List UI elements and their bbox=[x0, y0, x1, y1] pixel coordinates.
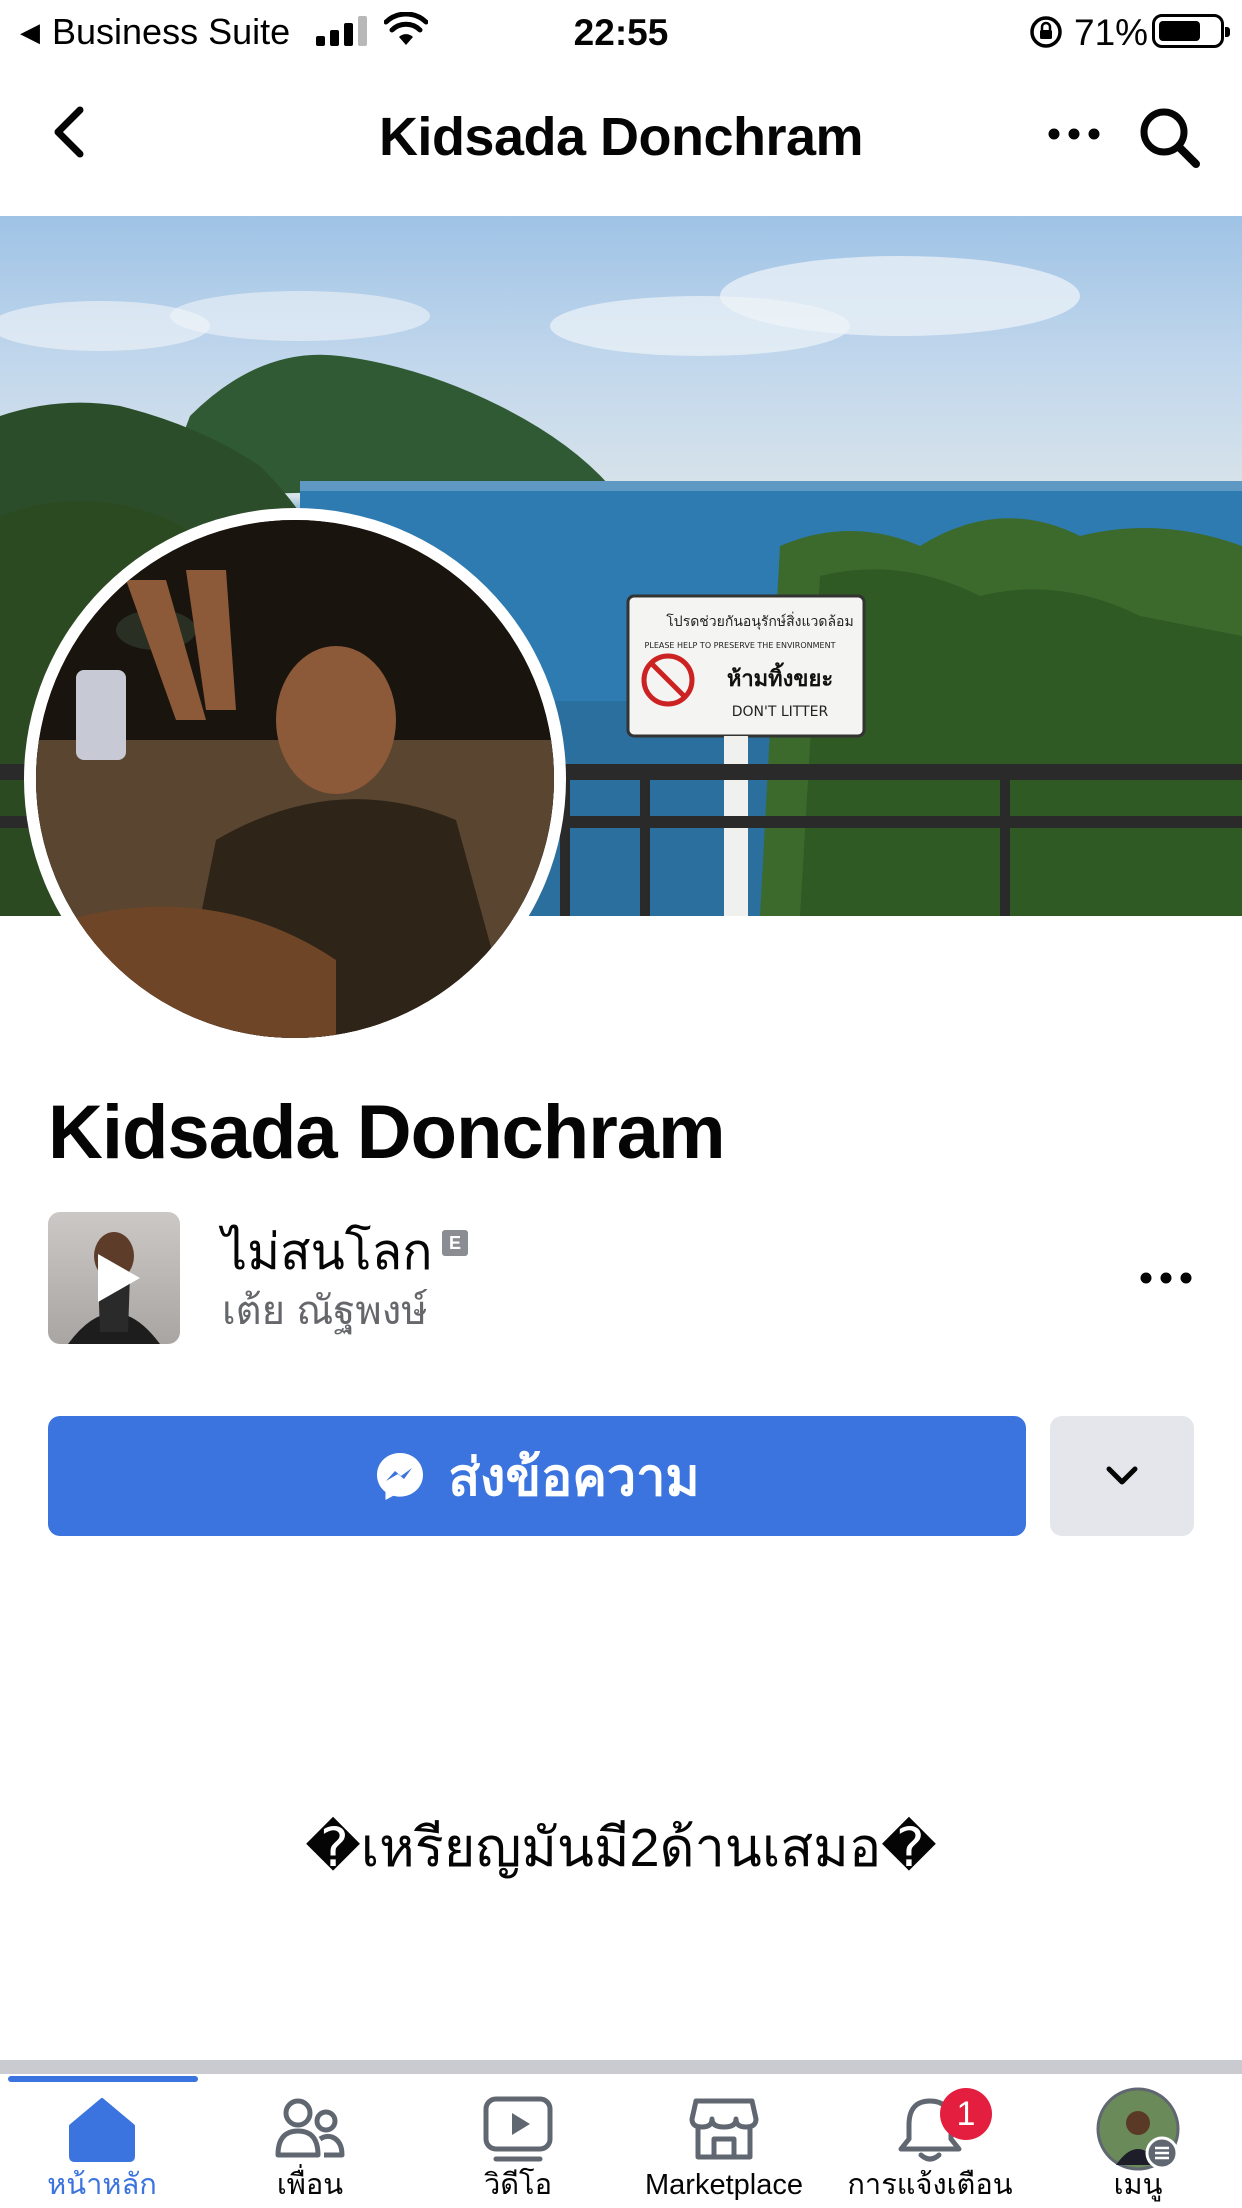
music-more-icon[interactable] bbox=[1138, 1264, 1194, 1292]
explicit-badge: E bbox=[442, 1230, 468, 1256]
bottom-tab-bar: หน้าหลัก เพื่อน วิดีโอ Marketplace 1 การ… bbox=[0, 2060, 1242, 2208]
status-bar: ◀ Business Suite 22:55 71% bbox=[0, 0, 1242, 64]
chevron-down-icon bbox=[1106, 1466, 1138, 1485]
tab-marketplace[interactable]: Marketplace bbox=[634, 2090, 814, 2208]
messenger-icon bbox=[377, 1453, 424, 1500]
tab-notifications-label: การแจ้งเตือน bbox=[847, 2169, 1013, 2201]
battery-icon bbox=[1152, 14, 1230, 48]
music-thumbnail[interactable] bbox=[48, 1212, 180, 1344]
home-icon bbox=[69, 2098, 135, 2162]
sign-line-3: ห้ามทิ้งขยะ bbox=[727, 662, 833, 692]
rotation-lock-icon bbox=[1030, 16, 1062, 48]
menu-avatar-icon bbox=[1096, 2087, 1180, 2171]
search-icon[interactable] bbox=[1136, 104, 1202, 170]
tab-video[interactable]: วิดีโอ bbox=[446, 2090, 590, 2208]
tab-marketplace-label: Marketplace bbox=[645, 2169, 803, 2201]
tab-menu-label: เมนู bbox=[1113, 2169, 1163, 2201]
tab-home[interactable]: หน้าหลัก bbox=[30, 2090, 174, 2208]
avatar-photo bbox=[36, 520, 554, 1038]
profile-avatar[interactable] bbox=[36, 520, 554, 1038]
notification-count-badge: 1 bbox=[940, 2088, 992, 2140]
more-actions-dropdown[interactable] bbox=[1050, 1416, 1194, 1536]
tab-friends[interactable]: เพื่อน bbox=[238, 2090, 382, 2208]
sign-line-4: DON'T LITTER bbox=[732, 704, 829, 720]
profile-name: Kidsada Donchram bbox=[48, 1090, 726, 1175]
tab-notifications[interactable]: 1 การแจ้งเตือน bbox=[847, 2088, 1013, 2208]
music-title[interactable]: ไม่สนโลก bbox=[222, 1222, 433, 1282]
sign-line-1: โปรดช่วยกันอนุรักษ์สิ่งแวดล้อม bbox=[666, 612, 853, 630]
marketplace-icon bbox=[689, 2098, 759, 2160]
music-artist: เต้ย ณัฐพงษ์ bbox=[222, 1289, 428, 1333]
nav-header: Kidsada Donchram bbox=[0, 64, 1242, 216]
tab-friends-label: เพื่อน bbox=[276, 2169, 344, 2201]
tab-video-label: วิดีโอ bbox=[483, 2169, 553, 2201]
send-message-label: ส่งข้อความ bbox=[448, 1448, 700, 1507]
friends-icon bbox=[275, 2098, 345, 2158]
send-message-button[interactable]: ส่งข้อความ bbox=[48, 1416, 1026, 1536]
tab-bar-divider bbox=[0, 2060, 1242, 2074]
tab-home-label: หน้าหลัก bbox=[47, 2169, 157, 2201]
active-tab-indicator bbox=[8, 2076, 198, 2082]
sign-line-2: PLEASE HELP TO PRESERVE THE ENVIRONMENT bbox=[645, 641, 836, 650]
more-horizontal-icon[interactable] bbox=[1044, 112, 1104, 156]
tab-menu[interactable]: เมนู bbox=[1068, 2087, 1208, 2208]
play-icon bbox=[98, 1254, 140, 1302]
video-icon bbox=[483, 2096, 553, 2162]
battery-percent: 71% bbox=[1074, 12, 1149, 53]
profile-bio: �เหรียญมันมี2ด้านเสมอ� bbox=[305, 1818, 937, 1878]
